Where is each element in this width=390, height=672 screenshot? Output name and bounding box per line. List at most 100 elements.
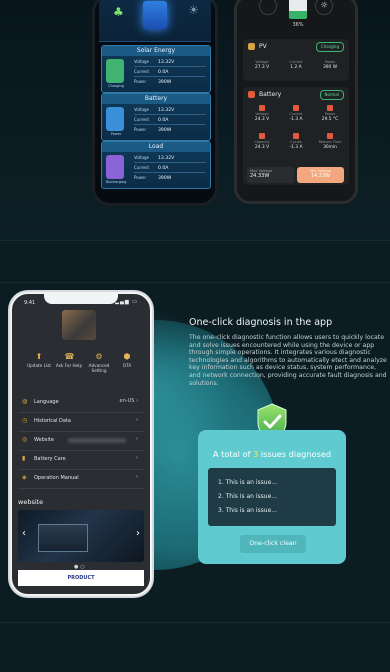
row-key: Voltage (134, 59, 150, 64)
pv-cell: Current 1.2 A (279, 59, 313, 70)
panel-icon-label: Discharging (105, 180, 127, 184)
issue-item[interactable]: 3. This is an issue... (218, 507, 277, 514)
row-value: 0.0A (158, 166, 169, 171)
status-badge: Charging (315, 42, 344, 52)
section-divider (0, 240, 390, 241)
row-value: 13.32V (158, 108, 175, 113)
cell-label: Voltage (255, 60, 269, 64)
cell-value: -1.3 A (289, 117, 303, 122)
cell-label: Capacity (254, 140, 270, 144)
battery-icon (106, 107, 124, 131)
diagnosis-title-prefix: A total of (212, 449, 251, 459)
battery-panel[interactable]: Battery Power Voltage 13.32V Current 0.0A … (101, 93, 211, 141)
menu-item-website[interactable]: ◎ Website › (18, 432, 144, 451)
menu-item-label: Language (34, 399, 59, 405)
phone-notch (44, 294, 118, 304)
issue-item[interactable]: 2. This is an issue... (218, 493, 277, 500)
language-value: en-US (119, 398, 135, 404)
cell-label: Current (289, 112, 303, 116)
cell-label: Power (324, 60, 336, 64)
chevron-right-icon[interactable]: › (136, 528, 140, 539)
row-key: Voltage (134, 107, 150, 112)
battery-cell: Cycles -1.3 A (279, 133, 313, 150)
bulb-icon: ☼ (315, 0, 333, 15)
load-panel[interactable]: Load Discharging Voltage 13.32V Current 0.… (101, 141, 211, 189)
min-voltage-value: 14.33W (310, 173, 331, 179)
blurred-url (68, 438, 126, 443)
diagnosis-title-suffix: issues diagnosed (260, 449, 332, 459)
tab-bar[interactable] (115, 193, 195, 197)
panel-title: Solar Energy (102, 46, 210, 56)
issue-item[interactable]: 1. This is an issue... (218, 479, 277, 486)
battery-cell: Voltage 24.3 V (245, 105, 279, 122)
diagnosis-title: A total of 3 issues diagnosed (198, 449, 346, 459)
row-key: Current (134, 165, 150, 170)
row-value: 0.0A (158, 70, 169, 75)
feature-description: The one-click diagnostic function allows… (189, 334, 387, 387)
quick-action-advanced[interactable]: ⚙ Advanced Setting (84, 352, 114, 373)
feature-title: One-click diagnosis in the app (189, 317, 333, 328)
menu-item-label: Historical Data (34, 418, 71, 424)
battery-care-icon: ▮ (22, 455, 26, 462)
status-time: 9:41 (24, 300, 36, 306)
quick-action-help[interactable]: ☎ Ask For Help (54, 352, 84, 368)
menu-item-language[interactable]: ◍ Language en-US › (18, 394, 144, 413)
signal-icon: ▂▄▆ ▭ (115, 299, 138, 305)
product-tab[interactable]: PRODUCT (18, 570, 144, 586)
cell-value: 24.3 V (254, 117, 270, 122)
pv-cell: Voltage 27.3 V (245, 59, 279, 70)
cell-value: 30min (323, 145, 337, 150)
cell-value: 29.5 °C (321, 117, 339, 122)
quick-action-ota[interactable]: ⬢ OTA (112, 352, 142, 368)
menu-item-operation-manual[interactable]: ◈ Operation Manual › (18, 470, 144, 489)
cell-value: -1.3 A (289, 145, 303, 150)
pv-icon (248, 43, 255, 50)
language-icon: ◍ (22, 398, 28, 405)
bulb-icon: ☀ (188, 3, 199, 17)
row-value: 13.32V (158, 156, 175, 161)
tree-icon: ♣ (113, 5, 124, 19)
section-divider (0, 622, 390, 623)
one-click-clean-button[interactable]: One-click clean (240, 535, 306, 553)
update-icon: ⬆ (35, 352, 43, 361)
cell-label: Current (289, 60, 303, 64)
cell-label: Voltage (255, 112, 269, 116)
website-icon: ◎ (22, 436, 28, 443)
row-key: Current (134, 69, 150, 74)
load-battery-icon (106, 155, 124, 179)
row-value: 390W (158, 176, 172, 181)
menu-item-battery-care[interactable]: ▮ Battery Care › (18, 451, 144, 470)
cell-value: 27.3 V (254, 65, 270, 70)
card-title: PV (259, 43, 267, 50)
cell-value: 24.3 V (254, 145, 270, 150)
row-key: Power (134, 127, 147, 132)
solar-energy-panel[interactable]: Solar Energy Charging Voltage 13.32V Curr… (101, 45, 211, 93)
menu-item-label: Operation Manual (34, 475, 79, 481)
chevron-left-icon[interactable]: ‹ (22, 528, 26, 539)
panel-icon-label: Charging (108, 84, 124, 88)
settings-icon: ⚙ (95, 352, 103, 361)
banner-product-image (38, 524, 88, 552)
row-value: 390W (158, 128, 172, 133)
menu-item-historical-data[interactable]: ◷ Historical Data › (18, 413, 144, 432)
battery-percent: 36% (292, 22, 304, 28)
panel-icon-label: Power (110, 132, 122, 136)
row-key: Power (134, 79, 147, 84)
quick-action-update[interactable]: ⬆ Update List (24, 352, 54, 368)
panel-title: Load (102, 142, 210, 152)
battery-cell: Current -1.3 A (279, 105, 313, 122)
cell-value: 390 W (322, 65, 338, 70)
issue-list: 1. This is an issue... 2. This is an iss… (208, 468, 336, 526)
pv-card[interactable]: PV Charging Voltage 27.3 V Current 1.2 A P… (243, 39, 349, 81)
manual-icon: ◈ (22, 474, 27, 481)
row-key: Power (134, 175, 147, 180)
phone-dashboard-screen: 36% ☼ PV Charging Voltage 27.3 V Current 1… (234, 0, 358, 204)
website-banner[interactable]: ‹ › (18, 510, 144, 562)
cell-label: Remain Time (318, 140, 342, 144)
battery-cube-icon (143, 1, 167, 29)
help-icon: ☎ (64, 352, 75, 361)
phone-settings-screen: 9:41 ▂▄▆ ▭ ⬆ Update List ☎ Ask For Help ⚙ A… (10, 292, 152, 596)
cell-label: Cycles (290, 140, 302, 144)
status-badge: Normal (319, 90, 344, 100)
phone-solar-screen: ♣ ☀ Solar Energy Charging Voltage 13.32V … (92, 0, 218, 206)
